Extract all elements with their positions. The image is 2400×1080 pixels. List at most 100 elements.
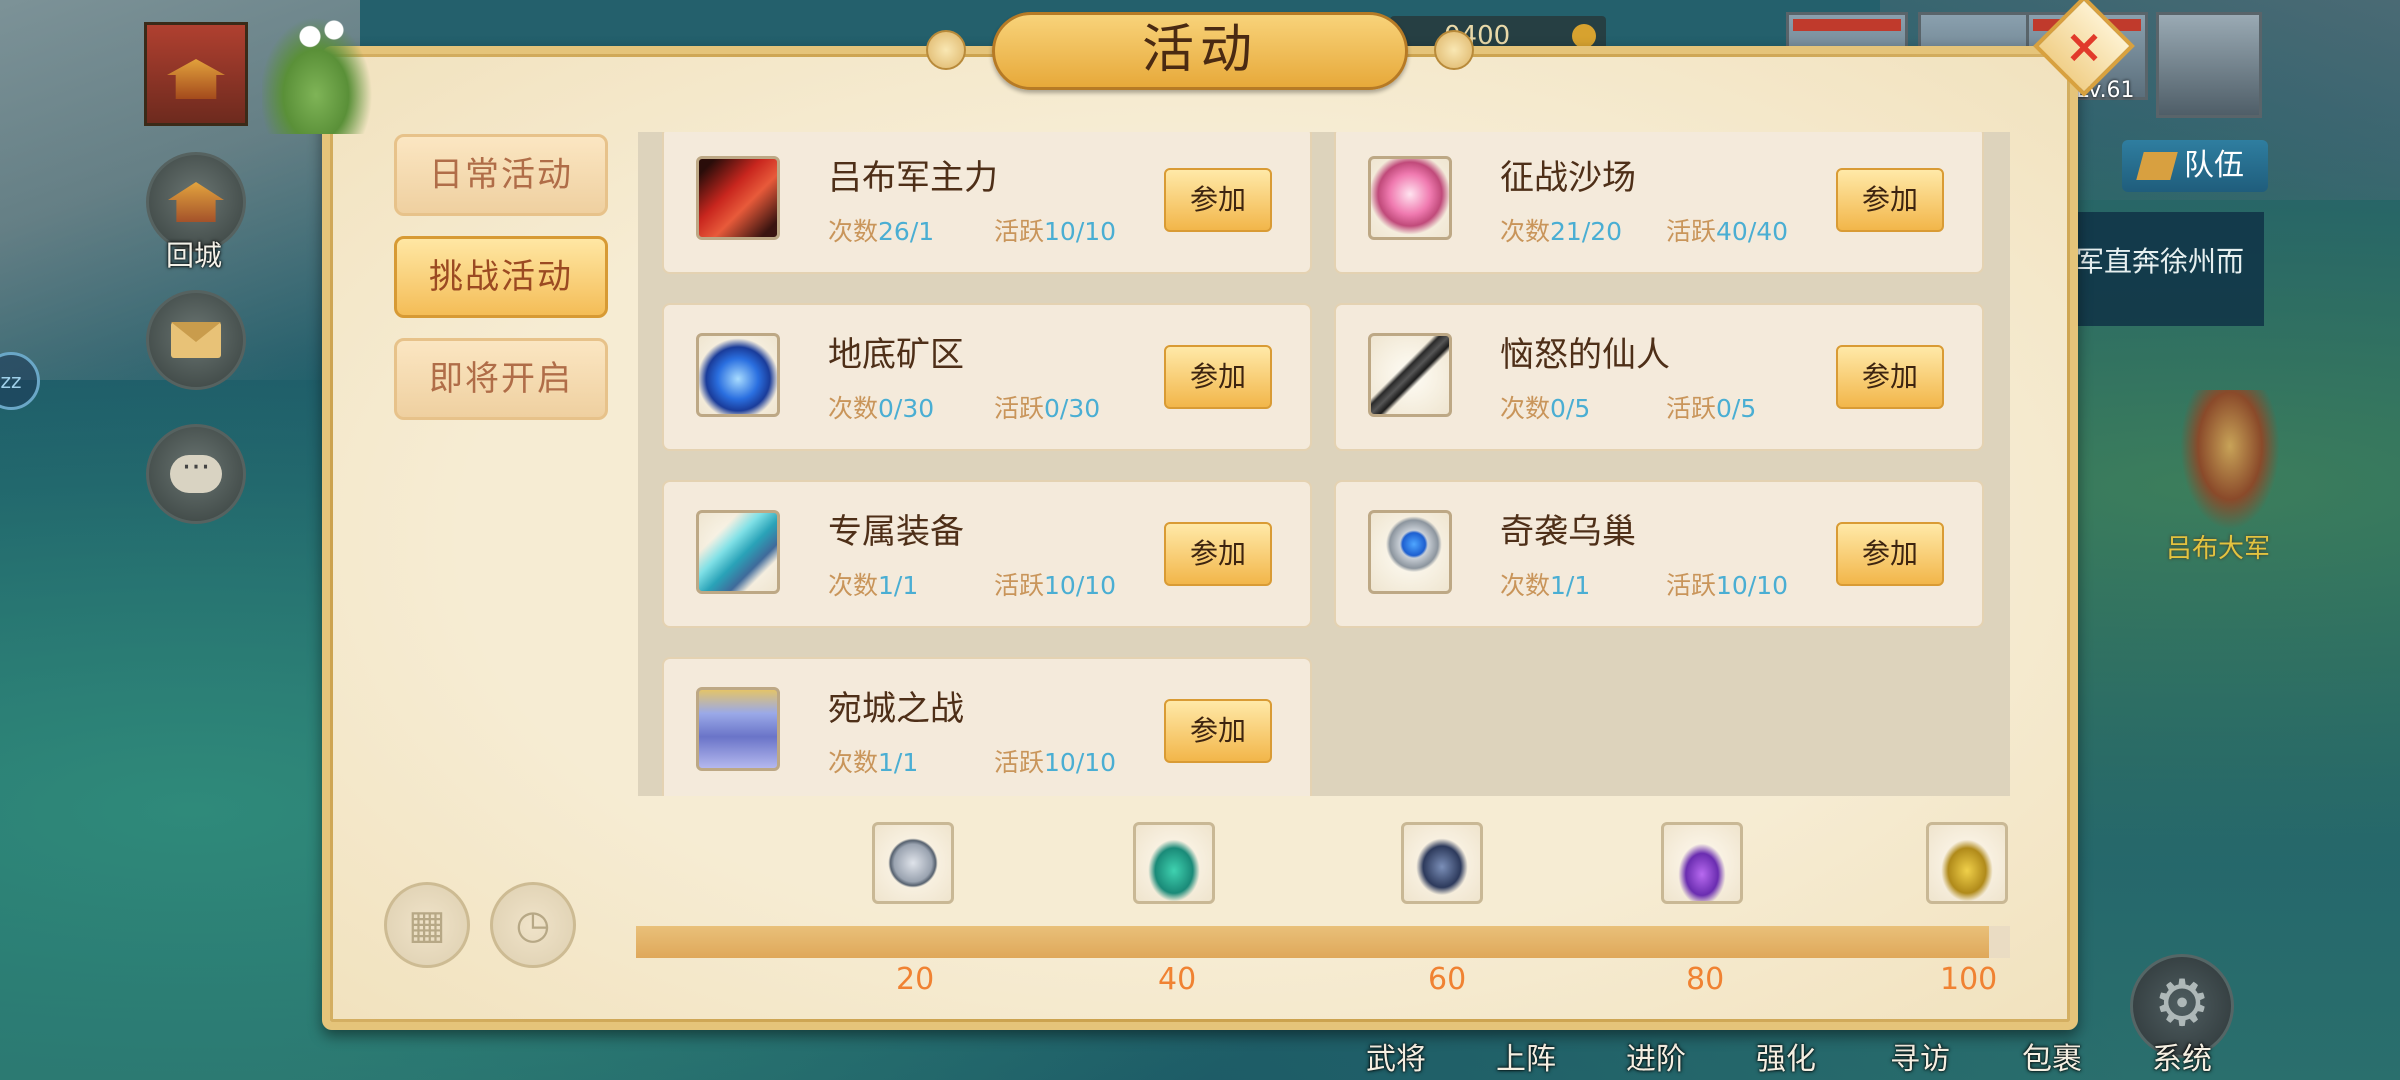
count-value: 1/1	[1550, 571, 1591, 600]
activity-name: 恼怒的仙人	[1500, 335, 1670, 375]
enemy-general-sprite[interactable]	[2180, 390, 2280, 530]
quest-text: 军直奔徐州而	[2076, 245, 2245, 278]
activity-name: 专属装备	[828, 512, 964, 552]
tab-daily[interactable]: 日常活动	[394, 134, 608, 216]
blue-crystal-icon	[696, 333, 780, 417]
activity-card: 征战沙场 次数21/20 活跃40/40 参加	[1334, 132, 1984, 274]
join-button[interactable]: 参加	[1836, 345, 1944, 409]
reward-chest[interactable]	[872, 822, 954, 904]
activity-label: 活跃	[994, 748, 1045, 777]
milestone-label: 60	[1428, 962, 1467, 997]
city-icon	[168, 182, 224, 222]
activity-value: 10/10	[1044, 217, 1117, 246]
chat-icon: ···	[170, 453, 222, 493]
milestone-label: 40	[1158, 962, 1197, 997]
coin-icon	[1572, 24, 1596, 48]
purple-robe-icon	[696, 687, 780, 771]
activity-value: 40/40	[1716, 217, 1789, 246]
count-value: 1/1	[878, 748, 919, 777]
activity-name: 奇袭乌巢	[1500, 512, 1636, 552]
join-button[interactable]: 参加	[1836, 522, 1944, 586]
gear-icon: ⚙	[2153, 967, 2211, 1041]
count-value: 0/5	[1550, 394, 1591, 423]
bottom-menu-visit[interactable]: 寻访	[1890, 1034, 1950, 1078]
bottom-menu-generals[interactable]: 武将	[1366, 1034, 1426, 1078]
jade-blade-icon	[696, 510, 780, 594]
activity-label: 活跃	[1666, 394, 1717, 423]
dialog-title: 活动	[992, 12, 1408, 90]
reward-chest[interactable]	[1401, 822, 1483, 904]
sapphire-ring-icon	[1368, 510, 1452, 594]
activity-points: 活跃10/10	[994, 743, 1116, 779]
activity-count: 次数26/1	[828, 212, 934, 248]
title-knob-right	[1434, 30, 1474, 70]
flag-icon	[2136, 152, 2178, 180]
bottom-menu-formation[interactable]: 上阵	[1496, 1034, 1556, 1078]
count-label: 次数	[828, 748, 879, 777]
activity-count: 次数21/20	[1500, 212, 1622, 248]
count-value: 21/20	[1550, 217, 1623, 246]
reward-chest[interactable]	[1926, 822, 2008, 904]
activity-label: 活跃	[1666, 217, 1717, 246]
activity-label: 活跃	[1666, 571, 1717, 600]
team-button[interactable]: 队伍	[2122, 140, 2268, 192]
mail-button[interactable]	[146, 290, 246, 390]
mail-icon	[171, 322, 221, 358]
activity-label: 活跃	[994, 571, 1045, 600]
count-label: 次数	[828, 217, 879, 246]
hp-bar	[1793, 19, 1901, 31]
calendar-icon: ▦	[408, 902, 446, 948]
activity-value: 0/30	[1044, 394, 1101, 423]
activity-label: 活跃	[994, 394, 1045, 423]
palace-icon	[167, 59, 225, 99]
join-button[interactable]: 参加	[1164, 345, 1272, 409]
milestone-label: 80	[1686, 962, 1725, 997]
count-label: 次数	[828, 394, 879, 423]
reward-chest[interactable]	[1133, 822, 1215, 904]
close-icon[interactable]: ×	[2048, 10, 2120, 82]
reward-chest[interactable]	[1661, 822, 1743, 904]
count-label: 次数	[1500, 217, 1551, 246]
count-value: 1/1	[878, 571, 919, 600]
activity-points: 活跃10/10	[994, 212, 1116, 248]
bottom-menu-enhance[interactable]: 强化	[1756, 1034, 1816, 1078]
bottom-menu-advance[interactable]: 进阶	[1626, 1034, 1686, 1078]
activity-name: 征战沙场	[1500, 158, 1636, 198]
activity-points: 活跃10/10	[1666, 566, 1788, 602]
activity-count: 次数1/1	[1500, 566, 1590, 602]
activity-name: 吕布军主力	[828, 158, 998, 198]
clock-icon: ◷	[515, 902, 551, 948]
calendar-button[interactable]: ▦	[384, 882, 470, 968]
activity-count: 次数0/5	[1500, 389, 1590, 425]
activity-label: 活跃	[994, 217, 1045, 246]
chat-button[interactable]: ···	[146, 424, 246, 524]
activity-name: 地底矿区	[828, 335, 964, 375]
return-city-label: 回城	[166, 239, 223, 272]
activity-value: 0/5	[1716, 394, 1757, 423]
activity-card: 地底矿区 次数0/30 活跃0/30 参加	[662, 303, 1312, 451]
activity-points: 活跃10/10	[994, 566, 1116, 602]
team-label: 队伍	[2184, 148, 2244, 183]
milestone-label: 20	[896, 962, 935, 997]
tab-coming-soon[interactable]: 即将开启	[394, 338, 608, 420]
count-label: 次数	[1500, 571, 1551, 600]
activity-card: 奇袭乌巢 次数1/1 活跃10/10 参加	[1334, 480, 1984, 628]
milestone-label: 100	[1940, 962, 1998, 997]
leader-portrait[interactable]	[2156, 12, 2262, 118]
activity-progress-bar	[636, 926, 2010, 958]
red-axe-icon	[696, 156, 780, 240]
activity-list[interactable]: 吕布军主力 次数26/1 活跃10/10 参加 征战沙场 次数21/20 活跃4…	[638, 132, 2010, 796]
activity-card: 吕布军主力 次数26/1 活跃10/10 参加	[662, 132, 1312, 274]
tab-challenge[interactable]: 挑战活动	[394, 236, 608, 318]
join-button[interactable]: 参加	[1164, 522, 1272, 586]
count-label: 次数	[1500, 394, 1551, 423]
count-value: 0/30	[878, 394, 935, 423]
join-button[interactable]: 参加	[1164, 168, 1272, 232]
activity-count: 次数0/30	[828, 389, 934, 425]
join-button[interactable]: 参加	[1836, 168, 1944, 232]
player-avatar[interactable]	[144, 22, 248, 126]
clock-button[interactable]: ◷	[490, 882, 576, 968]
join-button[interactable]: 参加	[1164, 699, 1272, 763]
bottom-menu-system[interactable]: 系统	[2152, 1034, 2212, 1078]
bottom-menu-bag[interactable]: 包裹	[2022, 1034, 2082, 1078]
